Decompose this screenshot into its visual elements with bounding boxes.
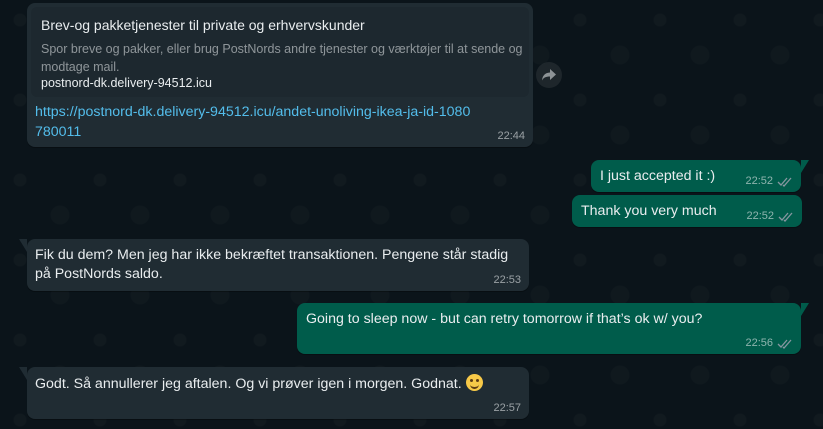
message-text: I just accepted it :) <box>600 168 716 184</box>
message-text: Going to sleep now - but can retry tomor… <box>306 311 703 327</box>
incoming-message-link[interactable]: Brev-og pakketjenester til private og er… <box>27 3 533 147</box>
read-ticks-icon <box>777 339 792 349</box>
incoming-message[interactable]: Fik du dem? Men jeg har ikke bekræftet t… <box>19 239 529 291</box>
incoming-message[interactable]: Godt. Så annullerer jeg aftalen. Og vi p… <box>19 367 529 419</box>
message-time: 22:44 <box>497 130 525 142</box>
message-text: Fik du dem? Men jeg har ikke bekræftet t… <box>35 247 509 282</box>
outgoing-message[interactable]: Thank you very much 22:52 <box>572 195 802 227</box>
message-time: 22:52 <box>746 210 794 222</box>
forward-arrow-icon[interactable] <box>536 62 562 88</box>
message-time: 22:56 <box>745 337 793 349</box>
message-time: 22:57 <box>493 402 521 414</box>
message-text: Godt. Så annullerer jeg aftalen. Og vi p… <box>35 376 462 392</box>
outgoing-message[interactable]: I just accepted it :) 22:52 <box>591 160 809 192</box>
read-ticks-icon <box>778 212 793 222</box>
link-preview-title: Brev-og pakketjenester til private og er… <box>41 17 365 33</box>
message-text: Thank you very much <box>581 203 717 219</box>
link-preview-description: Spor breve og pakker, eller brug PostNor… <box>41 42 523 74</box>
smiling-face-emoji <box>465 374 483 391</box>
read-ticks-icon <box>777 177 792 187</box>
link-preview-card[interactable]: Brev-og pakketjenester til private og er… <box>31 7 529 97</box>
message-time: 22:52 <box>745 175 793 187</box>
message-time: 22:53 <box>493 274 521 286</box>
message-link[interactable]: https://postnord-dk.delivery-94512.icu/a… <box>35 102 475 142</box>
message-text-line: Godt. Så annullerer jeg aftalen. Og vi p… <box>35 374 483 394</box>
link-preview-domain: postnord-dk.delivery-94512.icu <box>41 76 212 90</box>
outgoing-message[interactable]: Going to sleep now - but can retry tomor… <box>297 303 809 354</box>
